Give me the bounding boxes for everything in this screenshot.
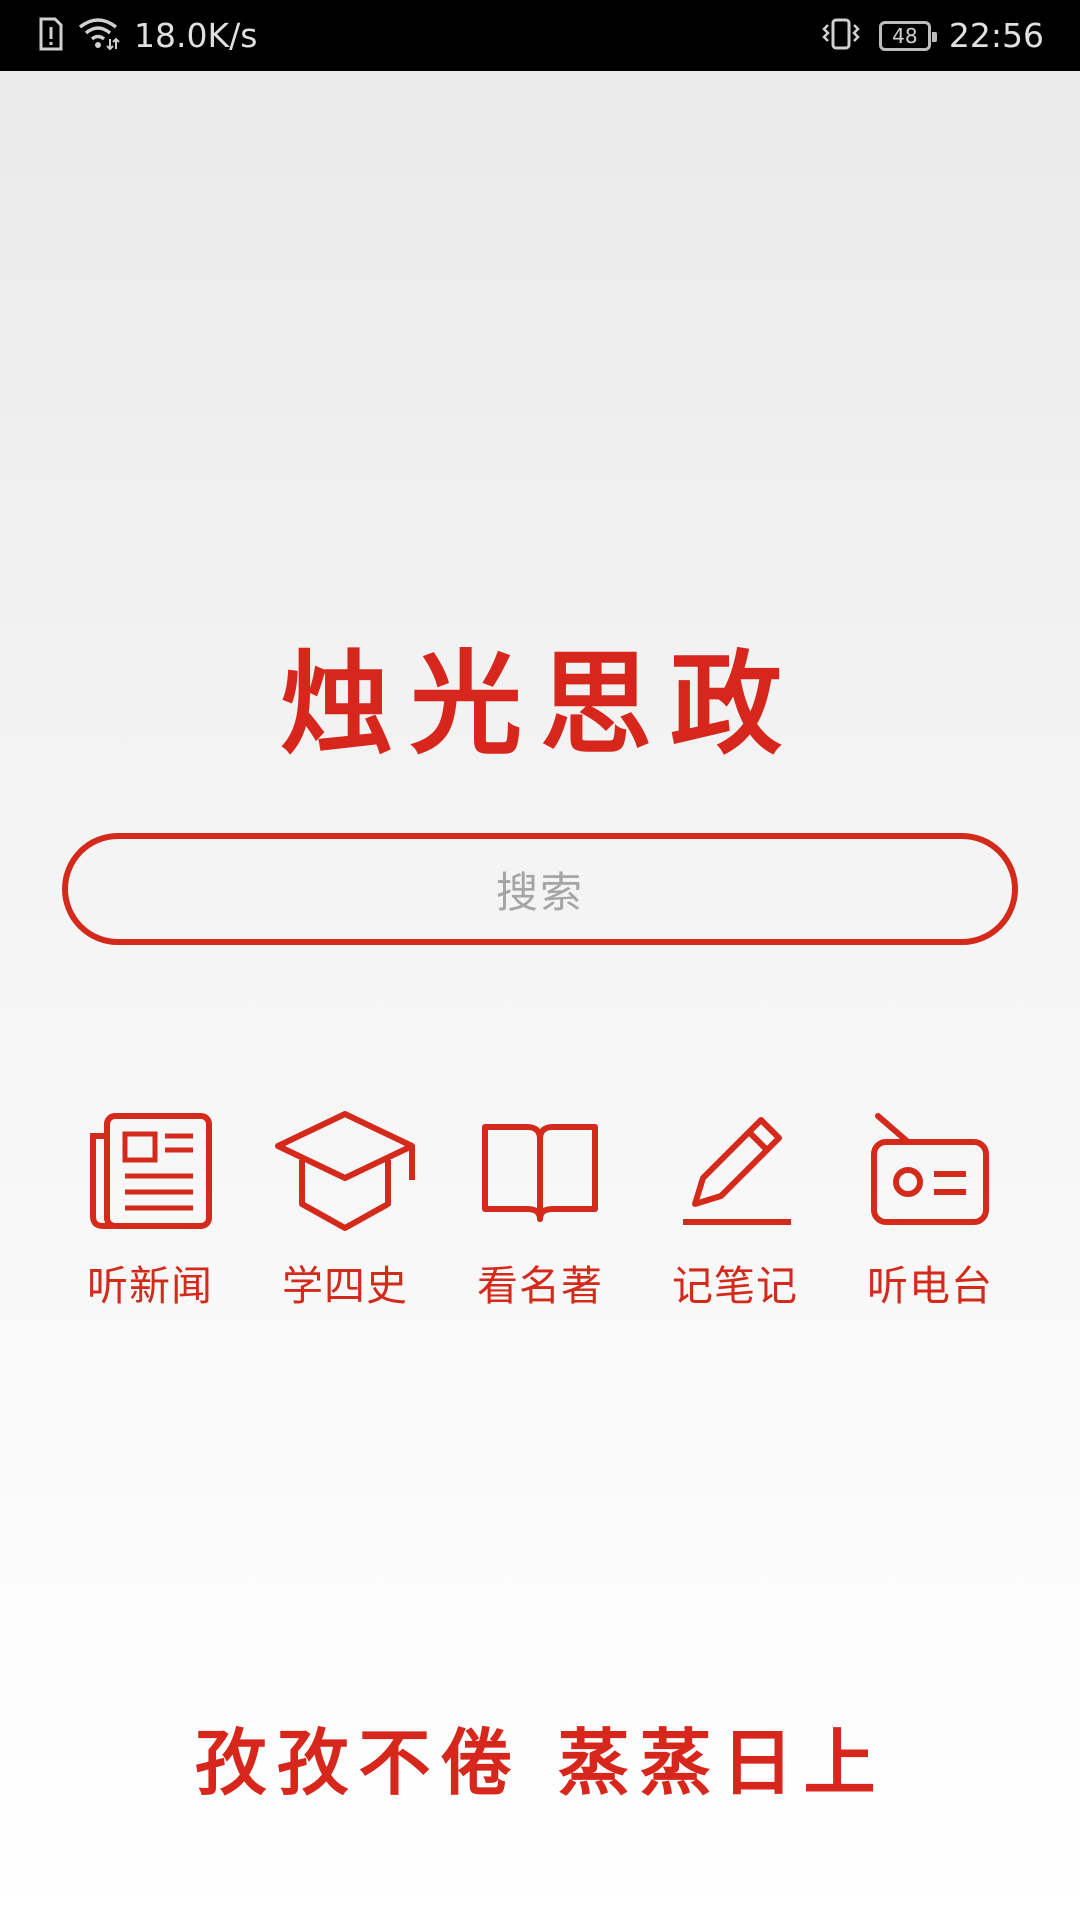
nav-item-notes[interactable]: 记笔记: [660, 1100, 810, 1312]
app-title: 烛光思政: [280, 639, 800, 770]
feature-nav: 听新闻 学四史 看名著 记笔记 听电台: [75, 1100, 1005, 1312]
newspaper-icon: [75, 1100, 225, 1240]
clock: 22:56: [948, 16, 1044, 55]
status-bar: 18.0K/s 48 22:56: [0, 0, 1080, 71]
pencil-icon: [660, 1100, 810, 1240]
nav-item-classics[interactable]: 看名著: [465, 1100, 615, 1312]
radio-icon: [855, 1100, 1005, 1240]
nav-item-history[interactable]: 学四史: [270, 1100, 420, 1312]
search-placeholder: 搜索: [495, 867, 584, 917]
battery-icon: 48: [878, 20, 937, 51]
sim-alert-icon: [38, 17, 64, 55]
nav-label: 听新闻: [87, 1262, 213, 1310]
status-bar-right: 48 22:56: [821, 0, 1044, 71]
graduation-cap-icon: [270, 1100, 420, 1240]
search-input[interactable]: 搜索: [62, 833, 1018, 945]
nav-label: 学四史: [282, 1262, 408, 1310]
nav-item-news[interactable]: 听新闻: [75, 1100, 225, 1312]
network-speed: 18.0K/s: [134, 16, 258, 55]
nav-item-radio[interactable]: 听电台: [855, 1100, 1005, 1312]
slogan: 孜孜不倦 蒸蒸日上: [194, 1720, 886, 1805]
vibrate-icon: [821, 17, 861, 55]
wifi-icon: [78, 17, 120, 55]
open-book-icon: [465, 1100, 615, 1240]
status-bar-left: 18.0K/s: [38, 0, 257, 71]
nav-label: 听电台: [867, 1262, 993, 1310]
nav-label: 看名著: [477, 1262, 603, 1310]
nav-label: 记笔记: [672, 1262, 798, 1310]
battery-level: 48: [892, 23, 918, 48]
